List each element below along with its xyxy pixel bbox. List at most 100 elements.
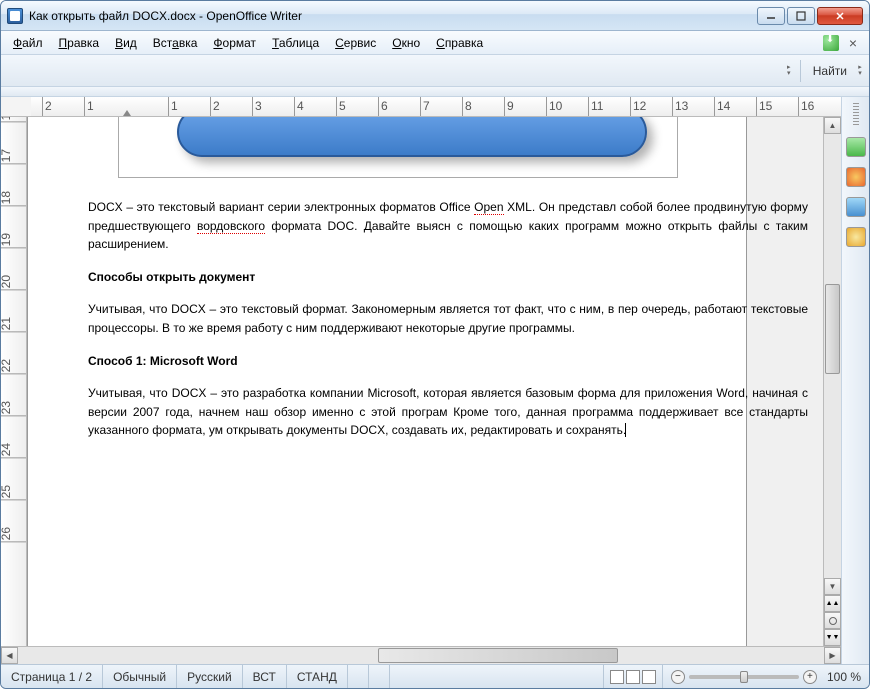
- status-language[interactable]: Русский: [177, 665, 243, 688]
- vertical-ruler[interactable]: 1617181920212223242526: [1, 117, 27, 646]
- page: DOCX – это текстовый вариант серии элект…: [27, 117, 747, 646]
- document-body[interactable]: DOCX – это текстовый вариант серии элект…: [88, 117, 808, 440]
- v-ruler-mark: 16: [1, 117, 26, 122]
- scroll-thumb-h[interactable]: [378, 648, 618, 663]
- nav-select-button[interactable]: [824, 612, 841, 629]
- sidebar-handle[interactable]: [853, 103, 859, 127]
- scroll-thumb-v[interactable]: [825, 284, 840, 374]
- h-ruler-mark: 7: [420, 97, 430, 116]
- shape-frame[interactable]: [118, 117, 678, 178]
- zoom-value[interactable]: 100 %: [827, 670, 861, 684]
- status-style[interactable]: Обычный: [103, 665, 177, 688]
- v-ruler-mark: 24: [1, 443, 26, 458]
- status-selection-mode[interactable]: СТАНД: [287, 665, 348, 688]
- paragraph[interactable]: Учитывая, что DOCX – это разработка комп…: [88, 384, 808, 440]
- heading[interactable]: Способ 1: Microsoft Word: [88, 352, 808, 371]
- app-window: Как открыть файл DOCX.docx - OpenOffice …: [0, 0, 870, 689]
- statusbar: Страница 1 / 2 Обычный Русский ВСТ СТАНД…: [1, 664, 869, 688]
- h-ruler-mark: 2: [42, 97, 52, 116]
- h-ruler-mark: 13: [672, 97, 688, 116]
- zoom-slider[interactable]: [689, 675, 799, 679]
- view-single-icon[interactable]: [610, 670, 624, 684]
- sidebar: [841, 97, 869, 664]
- menu-справка[interactable]: Справка: [428, 33, 491, 53]
- menubar: ФайлПравкаВидВставкаФорматТаблицаСервисО…: [1, 31, 869, 55]
- menu-вид[interactable]: Вид: [107, 33, 145, 53]
- view-book-icon[interactable]: [642, 670, 656, 684]
- indent-marker[interactable]: [123, 110, 131, 116]
- horizontal-ruler[interactable]: 2112345678910111213141516: [1, 97, 841, 117]
- menu-вставка[interactable]: Вставка: [145, 33, 206, 53]
- scroll-right-button[interactable]: ▶: [824, 647, 841, 664]
- status-page[interactable]: Страница 1 / 2: [1, 665, 103, 688]
- h-ruler-mark: 10: [546, 97, 562, 116]
- menu-правка[interactable]: Правка: [51, 33, 108, 53]
- document-viewport[interactable]: DOCX – это текстовый вариант серии элект…: [27, 117, 823, 646]
- toolbar-overflow-icon[interactable]: ▸▾: [784, 61, 794, 81]
- workspace: 2112345678910111213141516 16171819202122…: [1, 97, 869, 664]
- status-signature[interactable]: [369, 665, 390, 688]
- paragraph[interactable]: Учитывая, что DOCX – это текстовый форма…: [88, 300, 808, 337]
- menu-сервис[interactable]: Сервис: [327, 33, 384, 53]
- toolbar-separator: [800, 60, 801, 82]
- horizontal-scrollbar[interactable]: ◀ ▶: [1, 646, 841, 664]
- titlebar[interactable]: Как открыть файл DOCX.docx - OpenOffice …: [1, 1, 869, 31]
- gallery-icon[interactable]: [846, 137, 866, 157]
- h-ruler-mark: 12: [630, 97, 646, 116]
- v-ruler-mark: 22: [1, 359, 26, 374]
- window-title: Как открыть файл DOCX.docx - OpenOffice …: [29, 9, 757, 23]
- zoom-in-button[interactable]: +: [803, 670, 817, 684]
- document-close-icon[interactable]: ×: [845, 35, 861, 51]
- menu-файл[interactable]: Файл: [5, 33, 51, 53]
- rounded-rect-shape[interactable]: [177, 117, 647, 157]
- scroll-track-h[interactable]: [18, 647, 824, 664]
- h-ruler-mark: 14: [714, 97, 730, 116]
- datasource-icon[interactable]: [846, 197, 866, 217]
- v-ruler-mark: 20: [1, 275, 26, 290]
- scroll-track-v[interactable]: [824, 134, 841, 578]
- v-ruler-mark: 18: [1, 191, 26, 206]
- heading[interactable]: Способы открыть документ: [88, 268, 808, 287]
- h-ruler-mark: 11: [588, 97, 603, 116]
- styles-icon[interactable]: [846, 167, 866, 187]
- v-ruler-mark: 21: [1, 317, 26, 332]
- zoom-slider-thumb[interactable]: [740, 671, 748, 683]
- h-ruler-mark: 9: [504, 97, 514, 116]
- prev-page-button[interactable]: ▲▲: [824, 595, 841, 612]
- update-icon[interactable]: [823, 35, 839, 51]
- view-multi-icon[interactable]: [626, 670, 640, 684]
- minimize-button[interactable]: [757, 7, 785, 25]
- h-ruler-mark: 1: [84, 97, 94, 116]
- find-overflow-icon[interactable]: ▸▾: [855, 61, 865, 81]
- menu-формат[interactable]: Формат: [205, 33, 264, 53]
- v-ruler-mark: 25: [1, 485, 26, 500]
- menu-таблица[interactable]: Таблица: [264, 33, 327, 53]
- v-ruler-mark: 19: [1, 233, 26, 248]
- status-modified[interactable]: [348, 665, 369, 688]
- h-ruler-mark: 3: [252, 97, 262, 116]
- maximize-button[interactable]: [787, 7, 815, 25]
- h-ruler-mark: 15: [756, 97, 772, 116]
- toolbar-formatting: [1, 87, 869, 97]
- vertical-scrollbar[interactable]: ▲ ▼ ▲▲ ▼▼: [823, 117, 841, 646]
- h-ruler-mark: 2: [210, 97, 220, 116]
- scroll-left-button[interactable]: ◀: [1, 647, 18, 664]
- view-mode-group: [604, 665, 663, 688]
- close-button[interactable]: [817, 7, 863, 25]
- zoom-out-button[interactable]: −: [671, 670, 685, 684]
- app-icon: [7, 8, 23, 24]
- h-ruler-mark: 5: [336, 97, 346, 116]
- find-label[interactable]: Найти: [807, 62, 853, 80]
- paragraph[interactable]: DOCX – это текстовый вариант серии элект…: [88, 198, 808, 254]
- v-ruler-mark: 17: [1, 149, 26, 164]
- text-cursor: [625, 423, 626, 437]
- navigator-icon[interactable]: [846, 227, 866, 247]
- status-insert-mode[interactable]: ВСТ: [243, 665, 287, 688]
- v-ruler-mark: 23: [1, 401, 26, 416]
- menu-окно[interactable]: Окно: [384, 33, 428, 53]
- next-page-button[interactable]: ▼▼: [824, 629, 841, 646]
- scroll-up-button[interactable]: ▲: [824, 117, 841, 134]
- scroll-down-button[interactable]: ▼: [824, 578, 841, 595]
- h-ruler-mark: 6: [378, 97, 388, 116]
- toolbar-standard: ▸▾ Найти ▸▾: [1, 55, 869, 87]
